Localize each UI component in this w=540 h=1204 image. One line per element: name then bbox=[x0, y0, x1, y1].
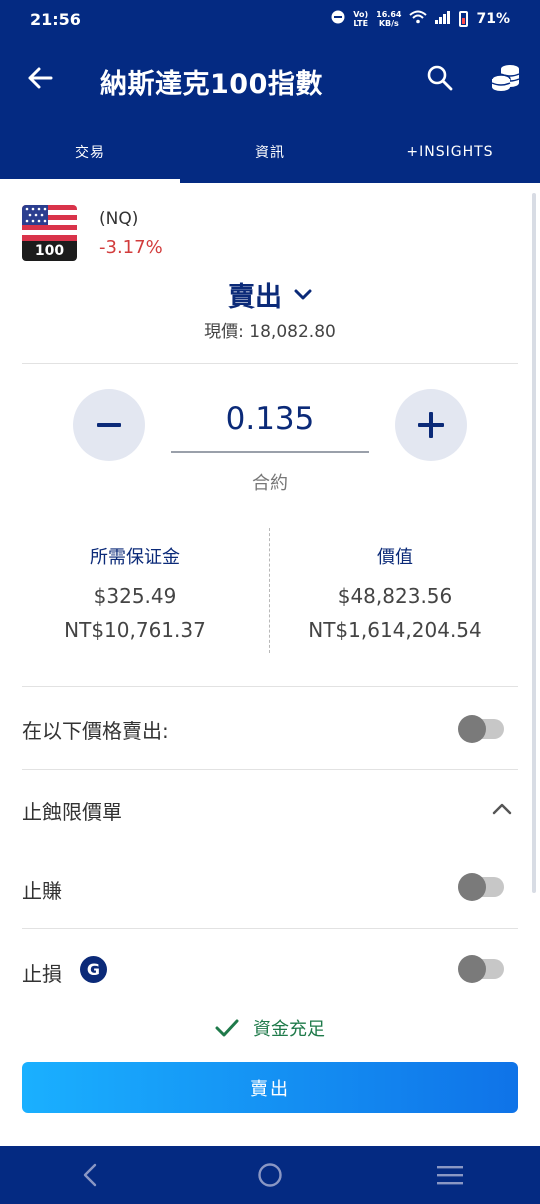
guaranteed-stop-badge[interactable]: G bbox=[80, 956, 107, 983]
signal-icon bbox=[435, 10, 451, 28]
search-button[interactable] bbox=[420, 58, 460, 98]
sell-at-price-label: 在以下價格賣出: bbox=[22, 719, 169, 743]
nav-home-icon bbox=[258, 1163, 282, 1187]
divider bbox=[22, 686, 518, 687]
nav-home-button[interactable] bbox=[240, 1153, 300, 1197]
wifi-icon bbox=[409, 10, 428, 28]
nav-recents-button[interactable] bbox=[420, 1153, 480, 1197]
value-usd: $48,823.56 bbox=[337, 584, 453, 608]
tab-info[interactable]: 資訊 bbox=[180, 120, 360, 183]
quantity-input[interactable]: 0.135 bbox=[171, 401, 369, 437]
status-time: 21:56 bbox=[30, 9, 81, 29]
decrease-quantity-button[interactable] bbox=[73, 389, 145, 461]
app-bar: 納斯達克100指數 bbox=[0, 38, 540, 120]
sell-at-price-toggle[interactable] bbox=[458, 715, 504, 743]
volte-indicator: Vo) LTE bbox=[353, 10, 369, 28]
divider bbox=[22, 928, 518, 929]
nav-menu-icon bbox=[437, 1166, 463, 1185]
arrow-left-icon bbox=[28, 67, 53, 89]
stop-loss-label: 止損 bbox=[22, 962, 62, 986]
stop-limit-label: 止蝕限價單 bbox=[22, 800, 122, 824]
take-profit-toggle[interactable] bbox=[458, 873, 504, 901]
chevron-up-icon[interactable] bbox=[490, 797, 514, 821]
margin-twd: NT$10,761.37 bbox=[64, 618, 206, 642]
nav-back-button[interactable] bbox=[60, 1153, 120, 1197]
current-price: 現價: 18,082.80 bbox=[204, 322, 336, 342]
take-profit-label: 止賺 bbox=[22, 879, 62, 903]
tab-trade[interactable]: 交易 bbox=[0, 120, 180, 183]
coins-button[interactable] bbox=[486, 58, 526, 98]
divider bbox=[22, 363, 518, 364]
plus-icon bbox=[418, 412, 444, 438]
margin-label: 所需保证金 bbox=[90, 547, 180, 568]
value-label: 價值 bbox=[377, 547, 413, 568]
quantity-underline bbox=[171, 451, 369, 453]
net-speed: 16.64 KB/s bbox=[376, 10, 402, 28]
quantity-unit: 合約 bbox=[252, 473, 288, 494]
coins-icon bbox=[491, 65, 520, 91]
price-change: -3.17% bbox=[99, 237, 163, 258]
minus-icon bbox=[97, 423, 121, 427]
checkmark-icon bbox=[215, 1019, 239, 1037]
nav-back-icon bbox=[83, 1163, 97, 1187]
side-selector[interactable]: 賣出 bbox=[0, 275, 540, 314]
battery-icon bbox=[459, 11, 469, 27]
value-column: 價值 $48,823.56 NT$1,614,204.54 bbox=[260, 543, 530, 647]
funds-status: 資金充足 bbox=[0, 1015, 540, 1041]
increase-quantity-button[interactable] bbox=[395, 389, 467, 461]
margin-usd: $325.49 bbox=[93, 584, 177, 608]
margin-column: 所需保证金 $325.49 NT$10,761.37 bbox=[0, 543, 270, 647]
divider bbox=[22, 769, 518, 770]
battery-percent: 71% bbox=[476, 11, 510, 27]
instrument-symbol: (NQ) bbox=[99, 209, 139, 229]
tab-bar: 交易 資訊 +INSIGHTS bbox=[0, 120, 540, 183]
back-button[interactable] bbox=[20, 58, 60, 98]
status-bar: 21:56 Vo) LTE 16.64 KB/s 71% bbox=[0, 0, 540, 38]
chevron-down-icon bbox=[294, 289, 312, 299]
system-nav-bar bbox=[0, 1146, 540, 1204]
stop-loss-toggle[interactable] bbox=[458, 955, 504, 983]
side-label: 賣出 bbox=[228, 282, 282, 313]
trade-panel: 100 (NQ) -3.17% 賣出 現價: 18,082.80 0.135 合… bbox=[0, 183, 540, 1145]
us-flag-icon: 100 bbox=[22, 205, 77, 261]
flag-label: 100 bbox=[34, 243, 65, 259]
dnd-icon bbox=[331, 10, 345, 28]
page-title: 納斯達克100指數 bbox=[100, 69, 323, 100]
search-icon bbox=[427, 65, 453, 91]
funds-status-text: 資金充足 bbox=[253, 1019, 325, 1040]
tab-insights[interactable]: +INSIGHTS bbox=[360, 120, 540, 183]
value-twd: NT$1,614,204.54 bbox=[308, 618, 482, 642]
status-icons: Vo) LTE 16.64 KB/s 71% bbox=[331, 10, 510, 28]
submit-sell-button[interactable]: 賣出 bbox=[22, 1062, 518, 1113]
